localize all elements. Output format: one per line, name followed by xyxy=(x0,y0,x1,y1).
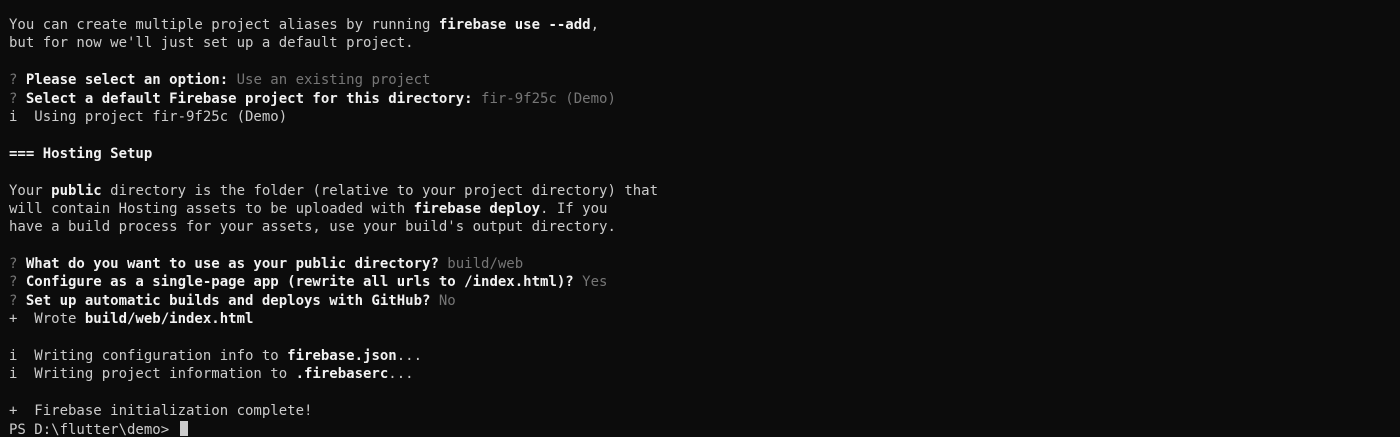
line-text: ... xyxy=(388,366,414,383)
line-text: have a build process for your assets, us… xyxy=(9,219,616,236)
prompt-answer: fir-9f25c (Demo) xyxy=(472,90,616,107)
terminal-line: i Writing project information to .fireba… xyxy=(9,365,1400,383)
terminal-line: but for now we'll just set up a default … xyxy=(9,34,1400,52)
file-name: .firebaserc xyxy=(295,366,389,383)
keyword-text: public xyxy=(51,182,102,199)
prompt-question: Configure as a single-page app (rewrite … xyxy=(25,274,574,291)
line-text: Your xyxy=(9,182,52,199)
terminal-window[interactable]: You can create multiple project aliases … xyxy=(0,0,1400,437)
prompt-line: ? Set up automatic builds and deploys wi… xyxy=(9,292,1400,310)
line-text: . If you xyxy=(540,200,608,217)
terminal-line: i Using project fir-9f25c (Demo) xyxy=(9,108,1400,126)
prompt-line: ? Select a default Firebase project for … xyxy=(9,90,1400,108)
line-text: i Using project fir-9f25c (Demo) xyxy=(9,108,288,125)
line-text: + Wrote xyxy=(9,311,85,328)
prompt-answer: Yes xyxy=(573,274,608,291)
terminal-line: You can create multiple project aliases … xyxy=(9,16,1400,34)
line-text: + Firebase initialization complete! xyxy=(9,403,313,420)
text-cursor[interactable] xyxy=(179,420,188,436)
question-mark: ? xyxy=(9,292,26,309)
line-text: but for now we'll just set up a default … xyxy=(9,35,414,52)
command-text: firebase deploy xyxy=(413,200,541,217)
line-text: ... xyxy=(396,348,423,365)
prompt-answer: build/web xyxy=(438,256,524,273)
shell-prompt-line[interactable]: PS D:\flutter\demo> xyxy=(9,420,1400,437)
line-text: You can create multiple project aliases … xyxy=(9,17,439,33)
prompt-question: What do you want to use as your public d… xyxy=(25,256,439,273)
prompt-line: ? What do you want to use as your public… xyxy=(9,255,1400,273)
prompt-answer: Use an existing project xyxy=(228,72,431,89)
prompt-line: ? Please select an option: Use an existi… xyxy=(9,71,1400,89)
prompt-answer: No xyxy=(430,292,456,309)
line-text: i Writing project information to xyxy=(9,366,296,383)
question-mark: ? xyxy=(9,274,26,291)
shell-prompt: PS D:\flutter\demo> xyxy=(9,421,178,437)
command-text: firebase use --add xyxy=(438,17,591,33)
prompt-question: Please select an option: xyxy=(25,72,229,89)
question-mark: ? xyxy=(9,90,26,107)
terminal-line: Your public directory is the folder (rel… xyxy=(9,182,1400,200)
terminal-line: + Wrote build/web/index.html xyxy=(9,310,1400,328)
prompt-question: Select a default Firebase project for th… xyxy=(25,90,473,107)
line-text: , xyxy=(590,17,600,33)
line-text: will contain Hosting assets to be upload… xyxy=(9,200,414,217)
prompt-line: ? Configure as a single-page app (rewrit… xyxy=(9,273,1400,291)
terminal-line: i Writing configuration info to firebase… xyxy=(9,347,1400,365)
section-title: === Hosting Setup xyxy=(9,145,153,162)
section-heading: === Hosting Setup xyxy=(9,145,1400,163)
terminal-line: have a build process for your assets, us… xyxy=(9,218,1400,236)
file-path: build/web/index.html xyxy=(84,311,254,328)
question-mark: ? xyxy=(9,256,26,273)
prompt-question: Set up automatic builds and deploys with… xyxy=(25,292,431,309)
question-mark: ? xyxy=(9,72,26,89)
line-text: directory is the folder (relative to you… xyxy=(101,182,659,199)
terminal-line: + Firebase initialization complete! xyxy=(9,402,1400,420)
file-name: firebase.json xyxy=(287,348,397,365)
line-text: i Writing configuration info to xyxy=(9,348,288,365)
terminal-line: will contain Hosting assets to be upload… xyxy=(9,200,1400,218)
